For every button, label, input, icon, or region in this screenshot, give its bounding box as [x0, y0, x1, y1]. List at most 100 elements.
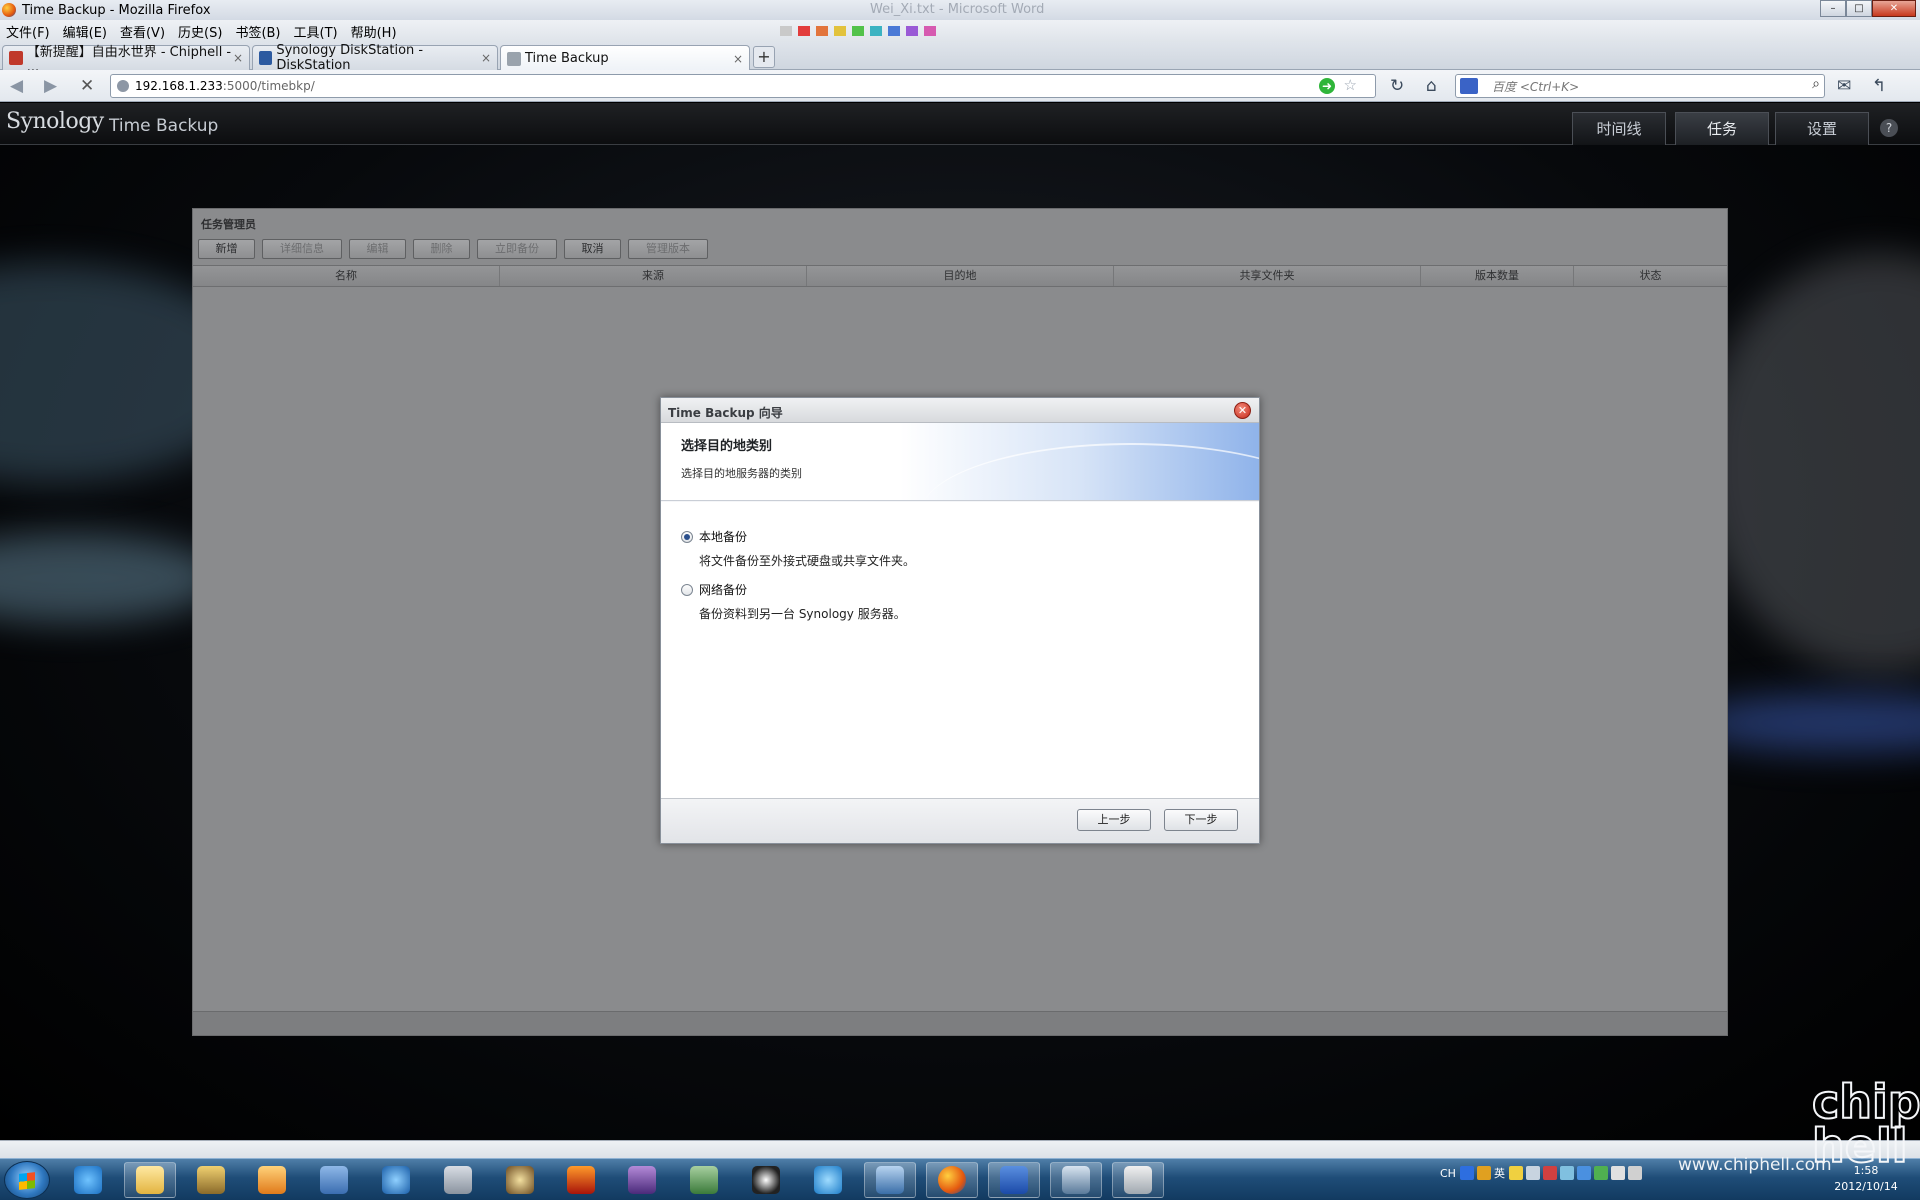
word-taskbar-icon[interactable]: [988, 1162, 1040, 1198]
column-name[interactable]: 名称: [193, 266, 500, 286]
moon-icon[interactable]: [1508, 1166, 1523, 1180]
column-version-count[interactable]: 版本数量: [1421, 266, 1574, 286]
new-tab-button[interactable]: +: [753, 46, 775, 68]
media-taskbar-icon[interactable]: [246, 1162, 298, 1198]
back-button[interactable]: 上一步: [1077, 809, 1151, 831]
close-icon[interactable]: ✕: [1234, 402, 1251, 419]
menu-history[interactable]: 历史(S): [178, 22, 222, 41]
delete-button[interactable]: 删除: [413, 239, 470, 259]
ime-mode-indicator[interactable]: 英: [1494, 1165, 1505, 1181]
windows-taskbar: CH 英 1:58 2012/10/14: [0, 1158, 1920, 1200]
site-identity-icon[interactable]: [117, 80, 129, 92]
network-backup-label[interactable]: 网络备份: [699, 581, 747, 598]
column-source[interactable]: 来源: [500, 266, 807, 286]
antivirus-icon[interactable]: [1542, 1166, 1557, 1180]
details-button[interactable]: 详细信息: [262, 239, 342, 259]
qq-taskbar-icon[interactable]: [740, 1162, 792, 1198]
page-favicon-icon: [507, 51, 521, 66]
explorer-taskbar-icon[interactable]: [124, 1162, 176, 1198]
dialog-title: Time Backup 向导: [668, 406, 783, 420]
backup-now-button[interactable]: 立即备份: [477, 239, 557, 259]
local-backup-label[interactable]: 本地备份: [699, 528, 747, 545]
local-backup-radio[interactable]: [681, 530, 693, 543]
manage-versions-button[interactable]: 管理版本: [628, 239, 708, 259]
game-taskbar-icon[interactable]: [494, 1162, 546, 1198]
furmark-taskbar-icon[interactable]: [555, 1162, 607, 1198]
column-status[interactable]: 状态: [1574, 266, 1727, 286]
window-manager-taskbar-icon[interactable]: [1050, 1162, 1102, 1198]
network-icon[interactable]: [1559, 1166, 1574, 1180]
menubar: 文件(F) 编辑(E) 查看(V) 历史(S) 书签(B) 工具(T) 帮助(H…: [0, 20, 1920, 42]
tab-tasks[interactable]: 任务: [1675, 112, 1769, 145]
back-arrow-icon[interactable]: ◀: [10, 76, 23, 96]
window-controls: – □ ✕: [1820, 0, 1916, 17]
home-icon[interactable]: ⌂: [1426, 76, 1437, 96]
thunder-taskbar-icon[interactable]: [308, 1162, 360, 1198]
search-icon[interactable]: ⌕: [1812, 76, 1820, 92]
search-bar[interactable]: 百度 <Ctrl+K> ⌕: [1455, 74, 1825, 98]
menu-view[interactable]: 查看(V): [120, 22, 165, 41]
network-backup-option[interactable]: 网络备份: [681, 581, 747, 598]
background-light-streak: [0, 533, 220, 623]
maximize-button[interactable]: □: [1846, 0, 1872, 17]
help-tray-icon[interactable]: [1576, 1166, 1591, 1180]
navigation-toolbar: ◀ ▶ ✕ 192.168.1.233:5000/timebkp/ ➜ ☆ ↻ …: [0, 70, 1920, 102]
menu-bookmarks[interactable]: 书签(B): [235, 22, 280, 41]
block-icon[interactable]: [1476, 1166, 1491, 1180]
close-tab-icon[interactable]: ×: [481, 51, 491, 65]
firefox-icon: [2, 3, 16, 17]
firefox-taskbar-icon[interactable]: [926, 1162, 978, 1198]
update-icon[interactable]: [1593, 1166, 1608, 1180]
task-table-header: 名称 来源 目的地 共享文件夹 版本数量 状态: [193, 265, 1727, 287]
close-button[interactable]: ✕: [1872, 0, 1916, 17]
bookmark-star-icon[interactable]: ☆: [1344, 76, 1357, 94]
close-tab-icon[interactable]: ×: [233, 51, 243, 65]
menu-help[interactable]: 帮助(H): [351, 22, 397, 41]
network-backup-radio[interactable]: [681, 583, 693, 596]
address-bar[interactable]: 192.168.1.233:5000/timebkp/ ➜ ☆: [110, 74, 1376, 98]
gpuz-taskbar-icon[interactable]: [678, 1162, 730, 1198]
tab-diskstation[interactable]: Synology DiskStation - DiskStation ×: [252, 43, 498, 73]
share-icon[interactable]: ↰: [1872, 76, 1886, 96]
minimize-button[interactable]: –: [1820, 0, 1846, 17]
paint-app-taskbar-icon[interactable]: [1112, 1162, 1164, 1198]
close-tab-icon[interactable]: ×: [733, 52, 743, 66]
edit-button[interactable]: 编辑: [349, 239, 406, 259]
tab-time-backup[interactable]: Time Backup ×: [500, 45, 750, 71]
column-shared-folder[interactable]: 共享文件夹: [1114, 266, 1421, 286]
step-heading: 选择目的地类别: [681, 439, 773, 454]
cpuz-taskbar-icon[interactable]: [616, 1162, 668, 1198]
language-indicator[interactable]: CH: [1440, 1167, 1456, 1180]
keyboard-icon[interactable]: [1525, 1166, 1540, 1180]
menu-tools[interactable]: 工具(T): [294, 22, 338, 41]
chat-taskbar-icon[interactable]: [802, 1162, 854, 1198]
paint-taskbar-icon[interactable]: [185, 1162, 237, 1198]
local-backup-option[interactable]: 本地备份: [681, 528, 747, 545]
wizard-body: 本地备份 将文件备份至外接式硬盘或共享文件夹。 网络备份 备份资料到另一台 Sy…: [661, 502, 1259, 798]
archive-taskbar-icon[interactable]: [432, 1162, 484, 1198]
step-subheading: 选择目的地服务器的类别: [681, 467, 802, 480]
add-button[interactable]: 新增: [198, 239, 255, 259]
mail-icon[interactable]: ✉: [1837, 76, 1851, 96]
remote-desktop-taskbar-icon[interactable]: [864, 1162, 916, 1198]
start-button[interactable]: [4, 1161, 50, 1199]
tab-settings[interactable]: 设置: [1775, 112, 1869, 145]
reload-icon[interactable]: ↻: [1390, 76, 1404, 96]
baidu-engine-icon[interactable]: [1460, 78, 1478, 94]
ime-icon[interactable]: [1459, 1166, 1474, 1180]
menu-edit[interactable]: 编辑(E): [63, 22, 107, 41]
ie-taskbar-icon[interactable]: [62, 1162, 114, 1198]
stop-icon[interactable]: ✕: [80, 76, 94, 96]
forward-arrow-icon[interactable]: ▶: [44, 76, 57, 96]
cancel-button[interactable]: 取消: [564, 239, 621, 259]
flag-icon[interactable]: [1610, 1166, 1625, 1180]
next-button[interactable]: 下一步: [1164, 809, 1238, 831]
tab-timeline[interactable]: 时间线: [1572, 112, 1666, 145]
column-destination[interactable]: 目的地: [807, 266, 1114, 286]
player-taskbar-icon[interactable]: [370, 1162, 422, 1198]
go-arrow-icon[interactable]: ➜: [1319, 78, 1335, 94]
menu-file[interactable]: 文件(F): [6, 22, 50, 41]
help-icon[interactable]: ?: [1880, 119, 1898, 137]
volume-icon[interactable]: [1627, 1166, 1642, 1180]
tab-chiphell[interactable]: 【新提醒】自由水世界 - Chiphell - ... ×: [2, 45, 250, 75]
